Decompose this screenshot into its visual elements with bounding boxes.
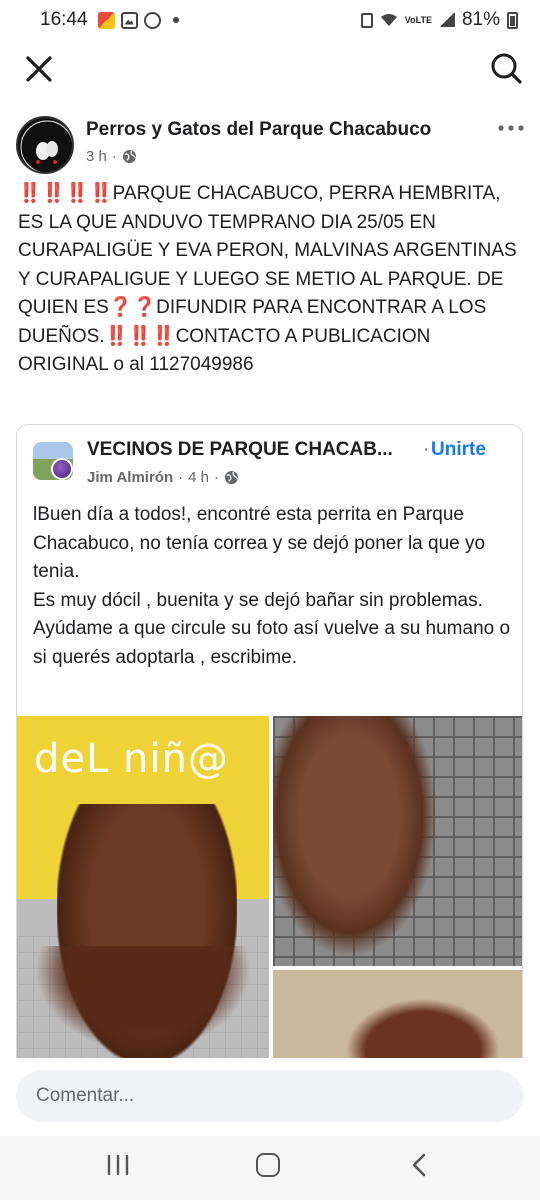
- whatsapp-notification-icon: [143, 11, 161, 29]
- status-bar: 16:44 VoLTE 81%: [0, 0, 540, 40]
- page-logo-icon: [20, 120, 72, 172]
- system-nav-bar: [0, 1136, 540, 1200]
- gallery-notification-icon: [120, 11, 138, 29]
- dog-shape: [273, 716, 443, 966]
- lock-battery-icon: [360, 12, 373, 28]
- emoji-run: ❓❓: [108, 297, 157, 318]
- photo-sign-text: deL niñ@: [34, 736, 229, 782]
- post-time[interactable]: 3 h: [86, 148, 107, 165]
- author-name[interactable]: Jim Almirón: [87, 469, 173, 486]
- post-header: Perros y Gatos del Parque Chacabuco 3 h …: [0, 112, 540, 182]
- dog-photo-3[interactable]: [273, 970, 522, 1061]
- recent-apps-icon[interactable]: [104, 1154, 132, 1176]
- dog-photo-1[interactable]: deL niñ@: [17, 716, 269, 1061]
- comment-bar: Comentar...: [0, 1058, 540, 1136]
- wifi-icon: [380, 14, 397, 26]
- battery-percent: 81%: [461, 9, 500, 30]
- page-name[interactable]: Perros y Gatos del Parque Chacabuco: [86, 119, 431, 141]
- dog-body-shape: [17, 946, 269, 1061]
- group-avatar-badge: [51, 458, 73, 480]
- more-notifications-dot: [172, 17, 179, 23]
- signal-icon: [438, 13, 455, 27]
- battery-icon: [507, 11, 518, 29]
- dog-shape: [333, 990, 513, 1061]
- status-right: VoLTE 81%: [360, 9, 518, 31]
- status-time: 16:44: [40, 9, 88, 30]
- author-meta: Jim Almirón · 4 h ·: [87, 469, 239, 486]
- group-separator: ·: [423, 439, 430, 460]
- join-group-button[interactable]: Unirte: [431, 439, 486, 461]
- volte-indicator: VoLTE: [404, 14, 432, 25]
- page-avatar[interactable]: [16, 116, 74, 174]
- back-icon[interactable]: [408, 1152, 432, 1178]
- group-avatar[interactable]: [33, 442, 73, 480]
- author-meta-separator-2: ·: [214, 469, 219, 486]
- more-options-icon[interactable]: [496, 122, 526, 134]
- comment-input[interactable]: Comentar...: [16, 1070, 523, 1122]
- globe-icon: [122, 149, 136, 164]
- close-icon[interactable]: [22, 52, 56, 86]
- meta-separator: ·: [111, 148, 117, 165]
- search-icon[interactable]: [488, 50, 524, 86]
- author-meta-separator: ·: [178, 469, 184, 486]
- shared-post-text: lBuen día a todos!, encontré esta perrit…: [33, 504, 511, 668]
- globe-icon: [224, 470, 239, 485]
- shared-post-card[interactable]: VECINOS DE PARQUE CHACAB... · Unirte Jim…: [16, 424, 523, 1124]
- post-meta: 3 h ·: [86, 148, 137, 165]
- shared-post-time[interactable]: 4 h: [188, 469, 209, 486]
- top-nav: [0, 40, 540, 98]
- group-name[interactable]: VECINOS DE PARQUE CHACAB...: [87, 439, 402, 461]
- home-icon[interactable]: [256, 1153, 280, 1177]
- status-left: 16:44: [40, 9, 179, 31]
- post-text: ‼️‼️‼️‼️PARQUE CHACABUCO, PERRA HEMBRITA…: [18, 180, 524, 380]
- app-notification-icon: [97, 11, 115, 29]
- emoji-run: ‼️‼️‼️: [104, 325, 176, 347]
- emoji-run: ‼️‼️‼️‼️: [18, 183, 113, 204]
- dog-photo-2[interactable]: [273, 716, 522, 966]
